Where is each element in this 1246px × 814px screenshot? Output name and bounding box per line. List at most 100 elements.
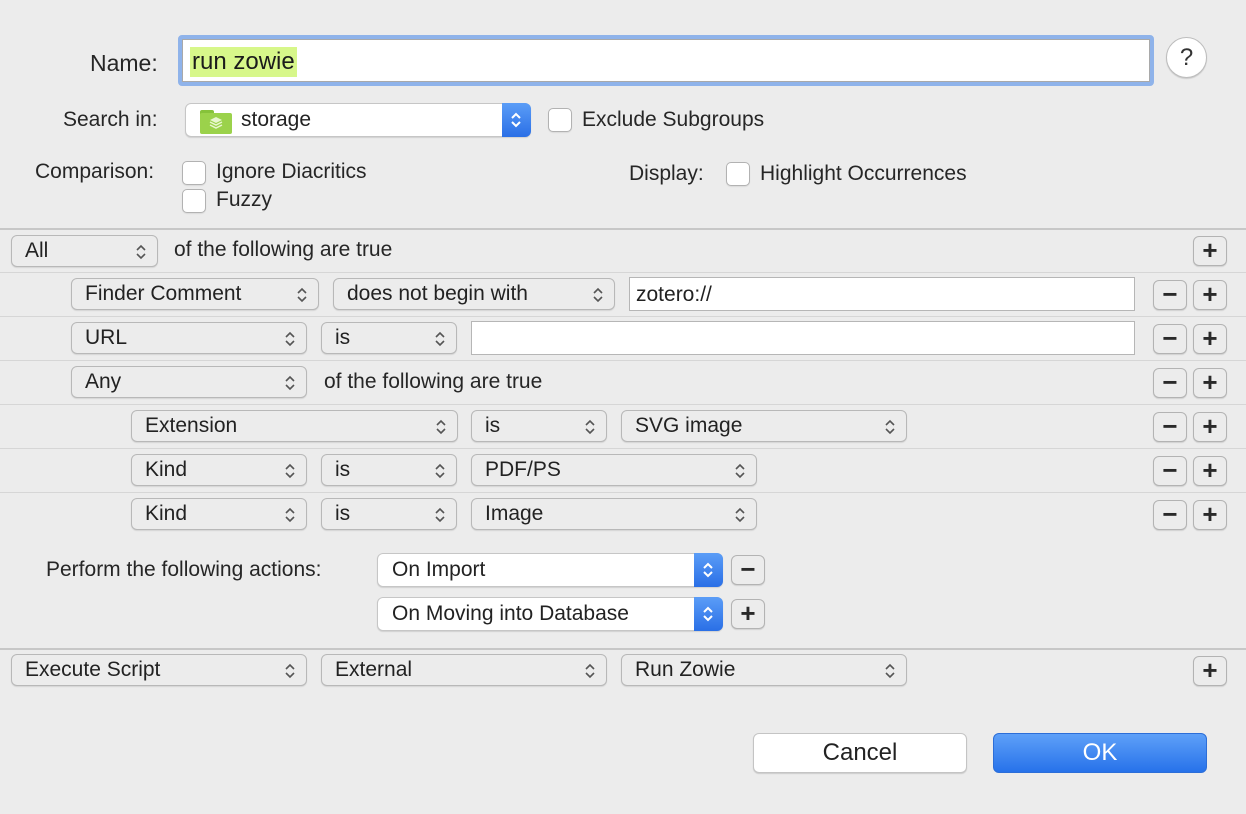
match-mode-value: All bbox=[25, 239, 49, 262]
criterion-operator-popup[interactable]: does not begin with bbox=[333, 278, 615, 310]
stepper-icon bbox=[694, 553, 723, 587]
nested-match-popup[interactable]: Any bbox=[71, 366, 307, 398]
remove-criterion-button[interactable]: − bbox=[1153, 456, 1187, 486]
criterion-field-value: Kind bbox=[145, 502, 188, 525]
add-criterion-button[interactable]: + bbox=[1193, 412, 1227, 442]
add-action-button[interactable]: + bbox=[1193, 656, 1227, 686]
ignore-diacritics-checkbox[interactable] bbox=[182, 161, 206, 185]
updown-arrows-icon bbox=[285, 331, 295, 347]
updown-arrows-icon bbox=[435, 331, 445, 347]
updown-arrows-icon bbox=[593, 287, 603, 303]
updown-arrows-icon bbox=[285, 663, 295, 679]
add-criterion-button[interactable]: + bbox=[1193, 456, 1227, 486]
criterion-operator-popup[interactable]: is bbox=[321, 498, 457, 530]
group-folder-icon bbox=[200, 110, 232, 134]
criterion-field-value: Finder Comment bbox=[85, 282, 242, 305]
criterion-value-popup[interactable]: Image bbox=[471, 498, 757, 530]
comparison-label: Comparison: bbox=[35, 160, 155, 183]
remove-criterion-button[interactable]: − bbox=[1153, 368, 1187, 398]
match-suffix: of the following are true bbox=[174, 238, 393, 261]
updown-arrows-icon bbox=[285, 463, 295, 479]
updown-arrows-icon bbox=[735, 463, 745, 479]
remove-trigger-button[interactable]: − bbox=[731, 555, 765, 585]
updown-arrows-icon bbox=[435, 463, 445, 479]
match-mode-popup[interactable]: All bbox=[11, 235, 158, 267]
remove-criterion-button[interactable]: − bbox=[1153, 500, 1187, 530]
action-type-value: Execute Script bbox=[25, 658, 161, 681]
add-criterion-button[interactable]: + bbox=[1193, 280, 1227, 310]
criteria-separator bbox=[0, 228, 1246, 230]
add-criterion-button[interactable]: + bbox=[1193, 324, 1227, 354]
criterion-field-value: Extension bbox=[145, 414, 238, 437]
criterion-field-popup[interactable]: Extension bbox=[131, 410, 458, 442]
search-in-value: storage bbox=[241, 108, 312, 131]
add-criterion-button[interactable]: + bbox=[1193, 500, 1227, 530]
remove-criterion-button[interactable]: − bbox=[1153, 280, 1187, 310]
criterion-field-popup[interactable]: Kind bbox=[131, 454, 307, 486]
criterion-operator-value: is bbox=[485, 414, 501, 437]
trigger-popup-moving[interactable]: On Moving into Database bbox=[377, 597, 723, 631]
display-label: Display: bbox=[629, 162, 704, 185]
actions-label: Perform the following actions: bbox=[46, 558, 322, 581]
script-source-popup[interactable]: External bbox=[321, 654, 607, 686]
updown-arrows-icon bbox=[585, 663, 595, 679]
action-type-popup[interactable]: Execute Script bbox=[11, 654, 307, 686]
criterion-value-field[interactable] bbox=[471, 321, 1135, 355]
trigger-popup-import[interactable]: On Import bbox=[377, 553, 723, 587]
criterion-value-text: SVG image bbox=[635, 414, 743, 437]
highlight-occurrences-checkbox[interactable] bbox=[726, 162, 750, 186]
criterion-value-field[interactable]: zotero:// bbox=[629, 277, 1135, 311]
name-field-value: run zowie bbox=[190, 47, 297, 77]
exclude-subgroups-checkbox[interactable] bbox=[548, 108, 572, 132]
updown-arrows-icon bbox=[436, 419, 446, 435]
add-criterion-button[interactable]: + bbox=[1193, 236, 1227, 266]
criterion-value-text: PDF/PS bbox=[485, 458, 561, 481]
nested-match-suffix: of the following are true bbox=[324, 370, 543, 393]
criterion-field-popup[interactable]: Finder Comment bbox=[71, 278, 319, 310]
remove-criterion-button[interactable]: − bbox=[1153, 412, 1187, 442]
updown-arrows-icon bbox=[885, 419, 895, 435]
criterion-operator-popup[interactable]: is bbox=[321, 454, 457, 486]
criterion-field-value: URL bbox=[85, 326, 128, 349]
criterion-operator-popup[interactable]: is bbox=[321, 322, 457, 354]
criterion-value-popup[interactable]: PDF/PS bbox=[471, 454, 757, 486]
name-label: Name: bbox=[90, 50, 158, 76]
stepper-icon bbox=[694, 597, 723, 631]
criterion-value-text: Image bbox=[485, 502, 544, 525]
updown-arrows-icon bbox=[435, 507, 445, 523]
script-name-popup[interactable]: Run Zowie bbox=[621, 654, 907, 686]
help-button[interactable]: ? bbox=[1166, 37, 1207, 78]
updown-arrows-icon bbox=[285, 507, 295, 523]
trigger-value: On Moving into Database bbox=[392, 602, 629, 625]
script-source-value: External bbox=[335, 658, 413, 681]
criterion-value-text: zotero:// bbox=[636, 283, 712, 306]
remove-criterion-button[interactable]: − bbox=[1153, 324, 1187, 354]
ignore-diacritics-label: Ignore Diacritics bbox=[216, 160, 367, 183]
add-criterion-button[interactable]: + bbox=[1193, 368, 1227, 398]
stepper-icon bbox=[502, 103, 531, 137]
name-field[interactable]: run zowie bbox=[178, 35, 1154, 86]
add-trigger-button[interactable]: + bbox=[731, 599, 765, 629]
fuzzy-label: Fuzzy bbox=[216, 188, 273, 211]
criterion-operator-value: is bbox=[335, 458, 351, 481]
search-in-label: Search in: bbox=[63, 108, 158, 131]
exclude-subgroups-label: Exclude Subgroups bbox=[582, 108, 765, 131]
criterion-operator-value: is bbox=[335, 326, 351, 349]
search-in-popup[interactable]: storage bbox=[185, 103, 531, 137]
updown-arrows-icon bbox=[285, 375, 295, 391]
updown-arrows-icon bbox=[735, 507, 745, 523]
criterion-value-popup[interactable]: SVG image bbox=[621, 410, 907, 442]
updown-arrows-icon bbox=[885, 663, 895, 679]
criterion-field-value: Kind bbox=[145, 458, 188, 481]
trigger-value: On Import bbox=[392, 558, 486, 581]
updown-arrows-icon bbox=[297, 287, 307, 303]
criterion-operator-value: is bbox=[335, 502, 351, 525]
ok-button[interactable]: OK bbox=[993, 733, 1207, 773]
script-name-value: Run Zowie bbox=[635, 658, 736, 681]
updown-arrows-icon bbox=[585, 419, 595, 435]
criterion-field-popup[interactable]: URL bbox=[71, 322, 307, 354]
fuzzy-checkbox[interactable] bbox=[182, 189, 206, 213]
criterion-operator-popup[interactable]: is bbox=[471, 410, 607, 442]
cancel-button[interactable]: Cancel bbox=[753, 733, 967, 773]
criterion-field-popup[interactable]: Kind bbox=[131, 498, 307, 530]
